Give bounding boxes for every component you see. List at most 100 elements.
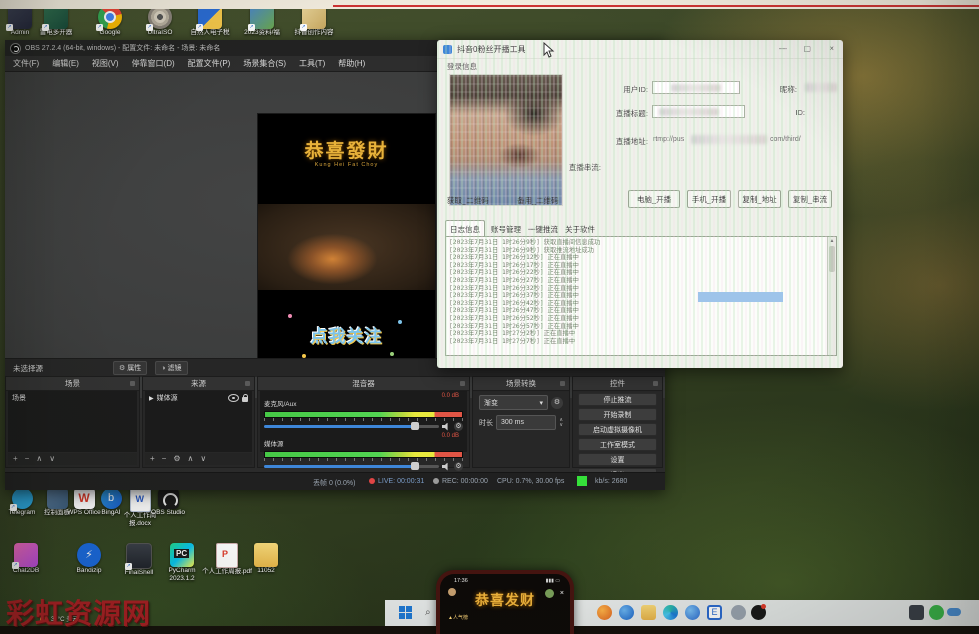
desktop-icon-obs-studio[interactable]: OBS Studio [142,488,194,517]
tab-log-info[interactable]: 日志信息 [445,220,485,237]
lock-icon[interactable] [242,397,248,402]
scroll-thumb[interactable] [829,246,835,272]
dock-menu-icon[interactable] [130,381,135,386]
source-up-button[interactable]: ∧ [188,454,194,464]
close-button[interactable]: × [829,44,834,53]
menu-profile[interactable]: 配置文件(P) [188,58,231,69]
desktop-icon-tax[interactable]: ↗ 自然人电子税 [184,5,236,37]
log-scrollbar[interactable]: ▲ [827,237,836,355]
maximize-button[interactable]: ▢ [803,44,811,53]
properties-button[interactable]: ⚙ 属性 [113,361,147,375]
desktop-icon-ultraiso[interactable]: ↗ UltraISO [134,5,186,37]
backup-qrcode-button[interactable]: 备用_二维码 [517,195,559,206]
sources-list[interactable]: ▶ 媒体源 [145,391,252,452]
search-icon[interactable]: ⌕ [425,607,431,618]
source-properties-button[interactable]: ⚙ [173,454,180,464]
dock-menu-icon[interactable] [560,381,565,386]
visibility-eye-icon[interactable] [228,394,239,402]
pdf-glyph: P [222,549,228,559]
speaker-icon[interactable] [442,463,451,471]
add-source-button[interactable]: + [150,454,155,464]
tray-icon-2[interactable] [929,605,944,620]
remove-source-button[interactable]: − [162,454,167,464]
menu-view[interactable]: 视图(V) [92,58,119,69]
volume-slider[interactable] [264,465,439,468]
volume-slider[interactable] [264,425,439,428]
virtual-camera-button[interactable]: 启动虚拟摄像机 [578,423,657,436]
add-scene-button[interactable]: + [13,454,18,464]
desktop-icon-11052-folder[interactable]: 11052 [240,543,292,575]
controls-dock-header[interactable]: 控件 [573,377,662,391]
transition-type: 渐变 [484,398,498,408]
live-title-field[interactable] [652,105,745,118]
tab-about[interactable]: 关于软件 [565,224,595,235]
scene-up-button[interactable]: ∧ [36,454,42,464]
stop-streaming-button[interactable]: 停止推流 [578,393,657,406]
source-item[interactable]: ▶ 媒体源 [145,391,252,405]
duration-input[interactable]: 300 ms [496,415,556,430]
log-line: [2023年7月31日 1时26分52秒] 正在直播中 [449,315,826,323]
tab-one-key-push[interactable]: 一键推流 [528,224,558,235]
start-button[interactable] [399,606,412,619]
desktop-icon-douyin-content[interactable]: ↗ 抖音创作内容 [288,5,340,37]
copy-address-button[interactable]: 复制_地址 [738,190,781,208]
get-qrcode-button[interactable]: 获取_二维码 [447,195,489,206]
scene-item[interactable]: 场景 [8,391,137,405]
filters-button[interactable]: ◑ 滤镜 [155,361,187,375]
dock-menu-icon[interactable] [653,381,658,386]
desktop-icon-google[interactable]: ↗ Google [84,5,136,37]
file-explorer-icon[interactable] [641,605,656,620]
stream-key-redacted [698,292,783,302]
channel-gear-icon[interactable]: ⚙ [454,422,463,431]
taskbar-app1-icon[interactable] [597,605,612,620]
nickname-value-redacted [805,83,837,92]
menu-help[interactable]: 帮助(H) [338,58,365,69]
scenes-dock-header[interactable]: 场景 [6,377,139,391]
menu-edit[interactable]: 编辑(E) [52,58,79,69]
step-down-icon[interactable]: ∨ [559,423,563,428]
scene-down-button[interactable]: ∨ [49,454,55,464]
desktop-icon-2023-folder[interactable]: ↗ 2023资料/福 [236,5,288,37]
taskbar-app4-icon[interactable] [731,605,746,620]
transitions-dock-header[interactable]: 场景转换 [473,377,569,391]
phone-start-stream-button[interactable]: 手机_开播 [687,190,731,208]
scenes-list[interactable]: 场景 [8,391,137,452]
studio-mode-button[interactable]: 工作室模式 [578,438,657,451]
bandizip-bolt-icon: ⚡ [77,543,101,567]
tab-account[interactable]: 账号管理 [491,224,521,235]
copy-stream-key-button[interactable]: 复制_串流 [788,190,832,208]
remove-scene-button[interactable]: − [25,454,30,464]
desktop-icon-ldplayer[interactable]: ↗ 雷电多开器 [30,5,82,37]
edge-icon[interactable] [663,605,678,620]
tray-icon-3[interactable] [947,608,961,616]
desktop-icon-bandizip[interactable]: ⚡ Bandizip [63,543,115,575]
dropped-frames: 丢帧 0 (0.0%) [313,478,355,488]
menu-tools[interactable]: 工具(T) [299,58,325,69]
duration-stepper[interactable]: ∧ ∨ [559,418,563,428]
taskbar-e-app-icon[interactable]: E [707,605,722,620]
settings-button[interactable]: 设置 [578,453,657,466]
menu-file[interactable]: 文件(F) [13,58,39,69]
pc-start-stream-button[interactable]: 电脑_开播 [628,190,680,208]
preview-video[interactable]: 恭喜發財 Kung Hei Fat Choy 点我关注 [258,114,435,388]
dock-menu-icon[interactable] [245,381,250,386]
desktop-icon-chat2db[interactable]: ↗ Chat2DB [0,543,52,575]
menu-scene-collection[interactable]: 场景集合(S) [243,58,286,69]
transition-gear-icon[interactable]: ⚙ [551,397,563,409]
transition-select[interactable]: 渐变 ▾ [479,395,548,410]
dock-menu-icon[interactable] [460,381,465,386]
sources-dock-header[interactable]: 来源 [143,377,254,391]
channel-gear-icon[interactable]: ⚙ [454,462,463,471]
speaker-icon[interactable] [442,423,451,431]
tray-icon-1[interactable] [909,605,924,620]
menu-docks[interactable]: 停靠窗口(D) [132,58,175,69]
mixer-dock-header[interactable]: 混音器 [258,377,469,391]
start-recording-button[interactable]: 开始录制 [578,408,657,421]
taskbar-app2-icon[interactable] [619,605,634,620]
scroll-up-icon[interactable]: ▲ [828,237,836,245]
desktop-icon-label: 11052 [240,567,292,575]
source-down-button[interactable]: ∨ [200,454,206,464]
taskbar-app3-icon[interactable] [685,605,700,620]
user-id-field[interactable] [652,81,740,94]
minimize-button[interactable]: — [779,44,787,53]
